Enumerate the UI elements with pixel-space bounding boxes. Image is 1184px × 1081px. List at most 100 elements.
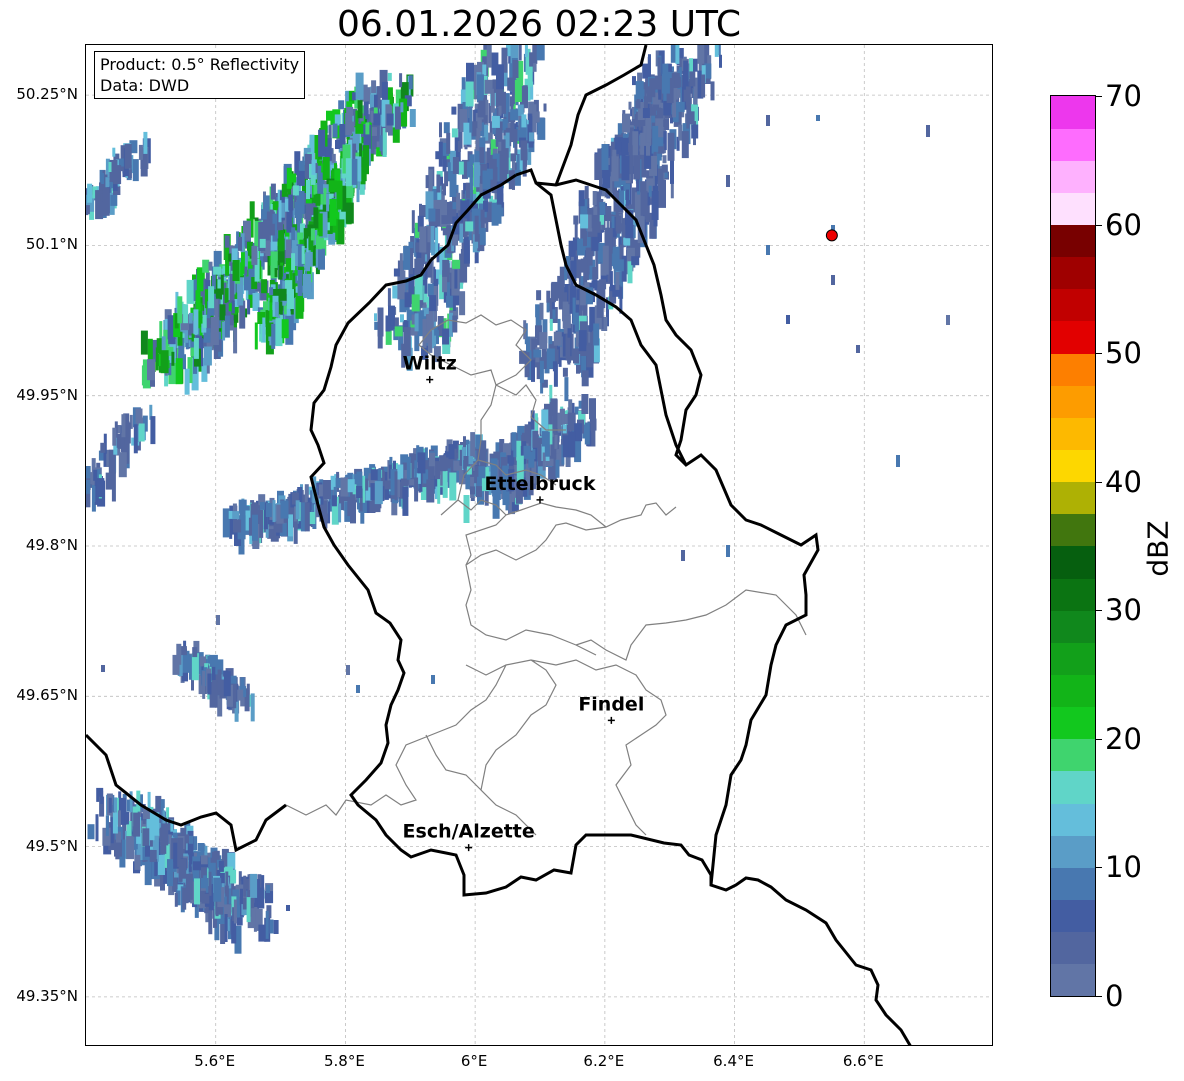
colorbar-tick-label: 20 bbox=[1105, 721, 1142, 756]
radar-cell bbox=[567, 337, 571, 365]
colorbar-tick bbox=[1096, 96, 1102, 97]
radar-cell bbox=[463, 495, 470, 523]
radar-cell bbox=[171, 351, 175, 366]
lat-tick-label: 49.5°N bbox=[25, 836, 78, 855]
radar-cell bbox=[172, 654, 180, 675]
radar-cell bbox=[365, 122, 370, 135]
radar-cell bbox=[438, 141, 443, 167]
radar-cell bbox=[536, 45, 545, 61]
radar-cell bbox=[476, 128, 481, 139]
radar-cell bbox=[473, 162, 480, 188]
radar-cell bbox=[710, 81, 715, 101]
radar-cell bbox=[189, 835, 193, 844]
radar-cell bbox=[394, 471, 398, 501]
radar-cell bbox=[623, 237, 631, 246]
radar-cell bbox=[546, 290, 551, 303]
radar-cell bbox=[946, 315, 950, 325]
radar-cell bbox=[658, 179, 666, 208]
radar-cell bbox=[419, 203, 422, 218]
radar-cell bbox=[224, 914, 228, 942]
radar-cell bbox=[631, 256, 640, 266]
radar-cell bbox=[370, 110, 374, 123]
radar-cell bbox=[646, 142, 650, 156]
radar-cell bbox=[443, 122, 450, 134]
radar-cell bbox=[142, 828, 150, 847]
colorbar-segment bbox=[1051, 867, 1095, 901]
radar-cell bbox=[453, 460, 460, 471]
radar-cell bbox=[92, 486, 96, 502]
radar-cell bbox=[574, 423, 583, 442]
radar-cell bbox=[670, 157, 674, 184]
radar-cell bbox=[336, 180, 343, 210]
location-dot-icon bbox=[825, 229, 838, 242]
radar-cell bbox=[272, 213, 276, 224]
radar-cell bbox=[528, 132, 534, 142]
radar-cell bbox=[86, 479, 91, 494]
radar-cell bbox=[201, 893, 210, 904]
radar-cell bbox=[247, 299, 251, 315]
radar-cell bbox=[322, 480, 331, 499]
radar-cell bbox=[449, 472, 457, 501]
radar-cell bbox=[322, 157, 330, 180]
radar-cell bbox=[465, 81, 474, 107]
radar-cell bbox=[574, 222, 578, 239]
radar-cell bbox=[486, 45, 492, 68]
radar-cell bbox=[667, 132, 675, 161]
radar-cell bbox=[96, 478, 105, 498]
radar-cell bbox=[409, 109, 416, 127]
radar-cell bbox=[124, 143, 132, 169]
radar-cell bbox=[87, 824, 95, 840]
radar-cell bbox=[446, 132, 451, 154]
radar-cell bbox=[295, 292, 304, 319]
radar-cell bbox=[225, 247, 230, 276]
radar-cell bbox=[112, 812, 118, 834]
colorbar-segment bbox=[1051, 835, 1095, 868]
radar-cell bbox=[304, 502, 310, 532]
radar-cell bbox=[357, 100, 363, 119]
radar-cell bbox=[273, 920, 279, 934]
radar-cell bbox=[498, 105, 502, 116]
radar-cell bbox=[345, 158, 352, 187]
radar-cell bbox=[167, 859, 173, 887]
radar-cell bbox=[402, 486, 409, 516]
radar-cell bbox=[816, 115, 820, 121]
colorbar-segment bbox=[1051, 931, 1095, 965]
lat-tick-label: 49.35°N bbox=[16, 986, 78, 1005]
radar-cell bbox=[250, 873, 258, 898]
radar-cell bbox=[670, 45, 676, 63]
radar-cell bbox=[403, 245, 411, 270]
radar-cell bbox=[404, 292, 412, 308]
radar-cell bbox=[105, 472, 114, 490]
radar-cell bbox=[222, 321, 226, 341]
radar-cell bbox=[387, 288, 391, 307]
radar-cell bbox=[266, 885, 270, 893]
radar-cell bbox=[377, 329, 383, 349]
radar-cell bbox=[238, 236, 242, 251]
radar-cell bbox=[622, 113, 630, 133]
radar-cell bbox=[550, 283, 556, 303]
radar-cell bbox=[346, 665, 350, 675]
colorbar-segment bbox=[1051, 160, 1095, 193]
radar-cell bbox=[192, 647, 198, 658]
colorbar-segment bbox=[1051, 610, 1095, 643]
radar-cell bbox=[559, 266, 565, 286]
radar-cell bbox=[251, 245, 258, 265]
canton-boundaries bbox=[285, 314, 807, 836]
radar-cell bbox=[347, 479, 355, 493]
radar-cell bbox=[444, 460, 451, 469]
city-cross-icon bbox=[536, 496, 544, 504]
radar-cell bbox=[477, 84, 484, 101]
radar-cell bbox=[228, 510, 233, 519]
radar-cell bbox=[539, 302, 544, 320]
radar-cell bbox=[496, 64, 504, 90]
radar-cell bbox=[301, 245, 305, 264]
radar-cell bbox=[583, 231, 587, 247]
radar-cell bbox=[254, 322, 258, 350]
radar-cell bbox=[518, 45, 522, 61]
radar-cell bbox=[100, 442, 106, 453]
radar-cell bbox=[265, 503, 272, 517]
radar-cell bbox=[572, 297, 576, 325]
city-label: Wiltz bbox=[403, 353, 457, 375]
colorbar-segment bbox=[1051, 674, 1095, 708]
radar-cell bbox=[549, 318, 553, 331]
